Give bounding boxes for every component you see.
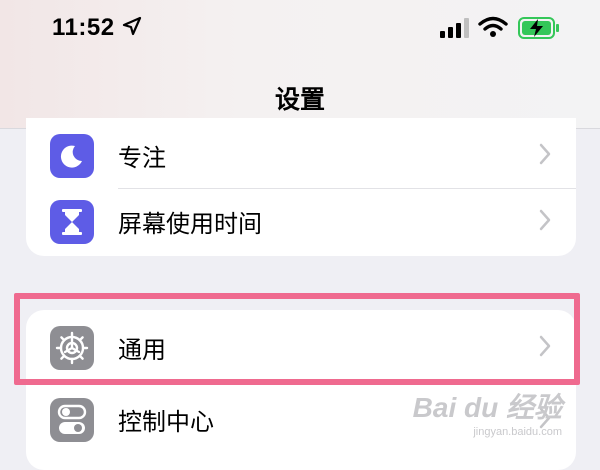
watermark-logo: Bai du 经验	[412, 392, 562, 423]
settings-group-1: 专注 屏幕使用时间	[26, 118, 576, 256]
settings-row-label: 专注	[118, 144, 166, 172]
settings-row-label: 控制中心	[118, 408, 214, 436]
page-title: 设置	[274, 85, 325, 114]
highlight-box	[14, 293, 580, 385]
toggle-switches-icon	[50, 398, 94, 442]
status-bar: 11:52	[0, 0, 600, 64]
settings-row-focus[interactable]: 专注	[26, 120, 576, 188]
moon-icon	[50, 134, 94, 178]
chevron-right-icon	[538, 208, 552, 232]
settings-row-label: 屏幕使用时间	[118, 210, 262, 238]
settings-row-screen-time[interactable]: 屏幕使用时间	[26, 186, 576, 254]
watermark: Bai du 经验 jingyan.baidu.com	[413, 386, 562, 438]
wifi-icon	[478, 16, 508, 42]
battery-charging-icon	[518, 17, 560, 43]
chevron-right-icon	[538, 142, 552, 166]
location-arrow-icon	[122, 16, 142, 40]
cellular-signal-icon	[440, 18, 470, 42]
hourglass-icon	[50, 200, 94, 244]
status-time: 11:52	[52, 14, 115, 41]
watermark-url: jingyan.baidu.com	[473, 426, 562, 438]
